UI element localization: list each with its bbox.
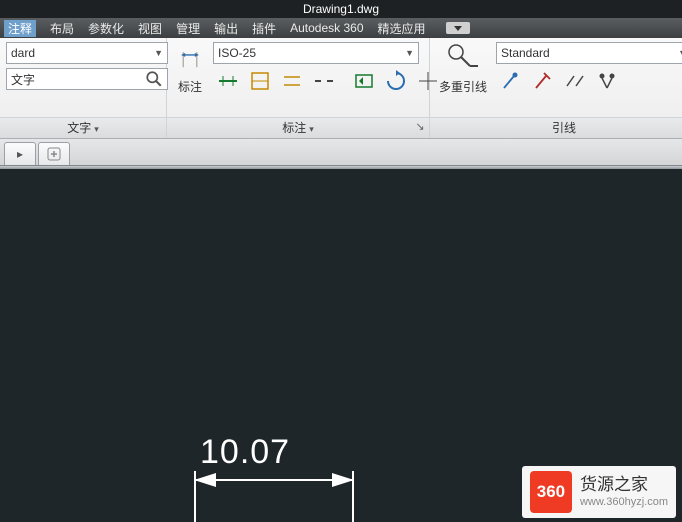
plus-tab-icon: [47, 147, 61, 161]
multileader-button[interactable]: 多重引线: [436, 42, 490, 95]
continue-dim-icon: [217, 70, 239, 92]
remove-leader-icon: [532, 70, 554, 92]
menu-tab-annotate[interactable]: 注释: [4, 20, 36, 37]
ribbon: dard ▼ 文字 文字 标注 ISO-25 ▼: [0, 38, 682, 139]
tolerance-icon: [353, 70, 375, 92]
menu-tab-layout[interactable]: 布局: [50, 20, 74, 37]
menu-tab-output[interactable]: 输出: [214, 20, 238, 37]
baseline-dim-icon: [281, 70, 303, 92]
leader-tool-1[interactable]: [496, 66, 526, 96]
add-leader-icon: [500, 70, 522, 92]
panel-dimension: 标注 ISO-25 ▼ 标注↘: [167, 38, 430, 138]
menu-tab-featured[interactable]: 精选应用: [378, 20, 426, 37]
text-style-value: dard: [11, 46, 35, 60]
dimension-button-label: 标注: [178, 78, 202, 95]
leader-tool-3[interactable]: [560, 66, 590, 96]
panel-text-title[interactable]: 文字: [0, 117, 166, 138]
panel-leader: 多重引线 Standard ▼ 引线↘: [430, 38, 682, 138]
dim-tool-2[interactable]: [245, 66, 275, 96]
dimension-text: 10.07: [200, 433, 290, 472]
menu-tab-plugins[interactable]: 插件: [252, 20, 276, 37]
search-icon: [145, 70, 163, 88]
leader-tool-4[interactable]: [592, 66, 622, 96]
multileader-icon: [446, 42, 480, 76]
dimension-button[interactable]: 标注: [173, 42, 207, 95]
panel-leader-title[interactable]: 引线↘: [430, 117, 682, 138]
break-dim-icon: [313, 70, 335, 92]
dim-tool-4[interactable]: [309, 66, 339, 96]
watermark-badge: 360: [530, 471, 572, 513]
chevron-down-icon: ▼: [405, 48, 414, 58]
dimension-line: [194, 479, 354, 481]
file-tab-strip: ▸: [0, 139, 682, 166]
watermark-url: www.360hyzj.com: [580, 496, 668, 509]
dim-tool-3[interactable]: [277, 66, 307, 96]
menu-tab-parametric[interactable]: 参数化: [88, 20, 124, 37]
chevron-down-icon: ▼: [678, 48, 682, 58]
chevron-down-icon: ▼: [154, 48, 163, 58]
text-find-combo[interactable]: 文字: [6, 68, 168, 90]
menu-tab-view[interactable]: 视图: [138, 20, 162, 37]
title-bar: Drawing1.dwg: [0, 0, 682, 18]
menu-bar: 注释 布局 参数化 视图 管理 输出 插件 Autodesk 360 精选应用: [0, 18, 682, 38]
multileader-button-label: 多重引线: [439, 78, 487, 95]
quick-dim-icon: [249, 70, 271, 92]
panel-launcher-icon[interactable]: ↘: [414, 121, 426, 133]
panel-text: dard ▼ 文字 文字: [0, 38, 167, 138]
menu-tab-a360[interactable]: Autodesk 360: [290, 21, 363, 35]
watermark-title: 货源之家: [580, 475, 668, 495]
update-dim-icon: [385, 70, 407, 92]
text-style-combo[interactable]: dard ▼: [6, 42, 168, 64]
leader-style-value: Standard: [501, 46, 550, 60]
workspace-switcher[interactable]: [446, 22, 470, 34]
text-find-value: 文字: [11, 71, 35, 88]
linear-dimension-icon: [173, 42, 207, 76]
align-leader-icon: [564, 70, 586, 92]
file-tab[interactable]: ▸: [4, 142, 36, 165]
dim-style-combo[interactable]: ISO-25 ▼: [213, 42, 419, 64]
chevron-left-icon: ▸: [17, 147, 23, 161]
file-tab-new[interactable]: [38, 142, 70, 165]
dimension-arrow-right: [332, 473, 354, 487]
menu-tab-manage[interactable]: 管理: [176, 20, 200, 37]
watermark: 360 货源之家 www.360hyzj.com: [522, 466, 676, 518]
dim-tool-5[interactable]: [349, 66, 379, 96]
dim-tool-1[interactable]: [213, 66, 243, 96]
leader-tool-2[interactable]: [528, 66, 558, 96]
drawing-canvas[interactable]: 10.07 360 货源之家 www.360hyzj.com: [0, 169, 682, 522]
panel-dimension-title[interactable]: 标注↘: [167, 117, 429, 138]
dim-tool-6[interactable]: [381, 66, 411, 96]
dimension-arrow-left: [194, 473, 216, 487]
leader-style-combo[interactable]: Standard ▼: [496, 42, 682, 64]
collect-leader-icon: [596, 70, 618, 92]
dim-style-value: ISO-25: [218, 46, 256, 60]
document-title: Drawing1.dwg: [303, 2, 379, 16]
